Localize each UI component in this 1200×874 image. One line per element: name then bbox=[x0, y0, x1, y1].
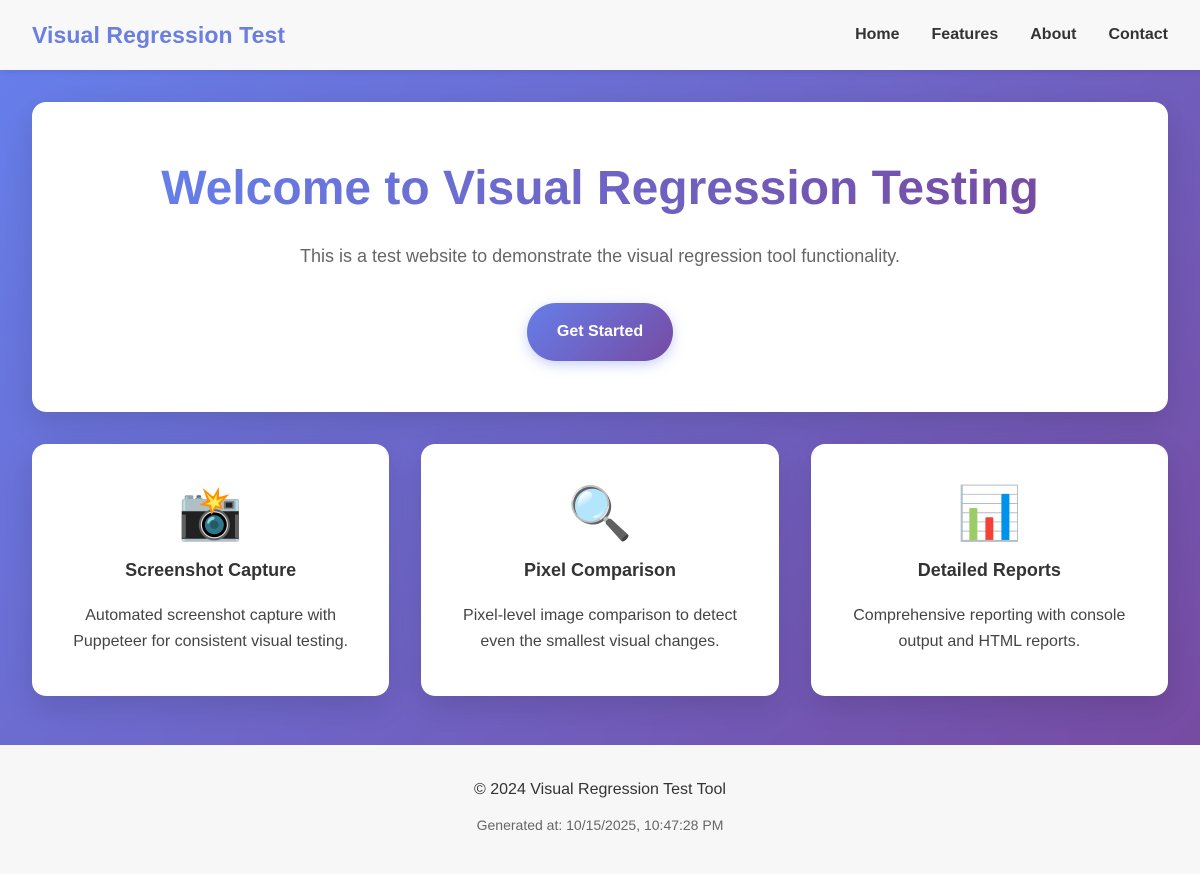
nav-link-about[interactable]: About bbox=[1030, 26, 1076, 44]
nav-link-home[interactable]: Home bbox=[855, 26, 899, 44]
hero-subtitle: This is a test website to demonstrate th… bbox=[300, 246, 900, 266]
camera-with-flash-icon: 📸 bbox=[178, 485, 244, 543]
copyright-text: © 2024 Visual Regression Test Tool bbox=[474, 781, 726, 798]
nav-links: Home Features About Contact bbox=[855, 26, 1168, 44]
brand-title[interactable]: Visual Regression Test bbox=[32, 22, 285, 49]
get-started-button[interactable]: Get Started bbox=[527, 303, 673, 361]
bar-chart-icon: 📊 bbox=[956, 485, 1022, 543]
feature-title: Pixel Comparison bbox=[523, 560, 677, 580]
page-footer: © 2024 Visual Regression Test Tool Gener… bbox=[0, 745, 1200, 874]
feature-description: Automated screenshot capture with Puppet… bbox=[73, 607, 349, 650]
feature-card-detailed-reports: 📊 Detailed Reports Comprehensive reporti… bbox=[810, 444, 1168, 696]
nav-link-contact[interactable]: Contact bbox=[1108, 26, 1168, 44]
top-navbar: Visual Regression Test Home Features Abo… bbox=[0, 0, 1200, 70]
magnifying-glass-icon: 🔍 bbox=[567, 485, 633, 543]
hero-title: Welcome to Visual Regression Testing bbox=[161, 160, 1039, 218]
feature-description: Comprehensive reporting with console out… bbox=[853, 607, 1126, 650]
generated-timestamp: Generated at: 10/15/2025, 10:47:28 PM bbox=[476, 817, 724, 833]
feature-card-pixel-comparison: 🔍 Pixel Comparison Pixel-level image com… bbox=[421, 444, 779, 696]
feature-title: Screenshot Capture bbox=[125, 560, 297, 580]
feature-description: Pixel-level image comparison to detect e… bbox=[463, 607, 737, 650]
nav-link-features[interactable]: Features bbox=[932, 26, 999, 44]
main-content: Welcome to Visual Regression Testing Thi… bbox=[0, 70, 1200, 745]
feature-card-screenshot-capture: 📸 Screenshot Capture Automated screensho… bbox=[32, 444, 390, 696]
hero-card: Welcome to Visual Regression Testing Thi… bbox=[32, 102, 1168, 412]
features-grid: 📸 Screenshot Capture Automated screensho… bbox=[32, 444, 1168, 696]
feature-title: Detailed Reports bbox=[917, 560, 1061, 580]
